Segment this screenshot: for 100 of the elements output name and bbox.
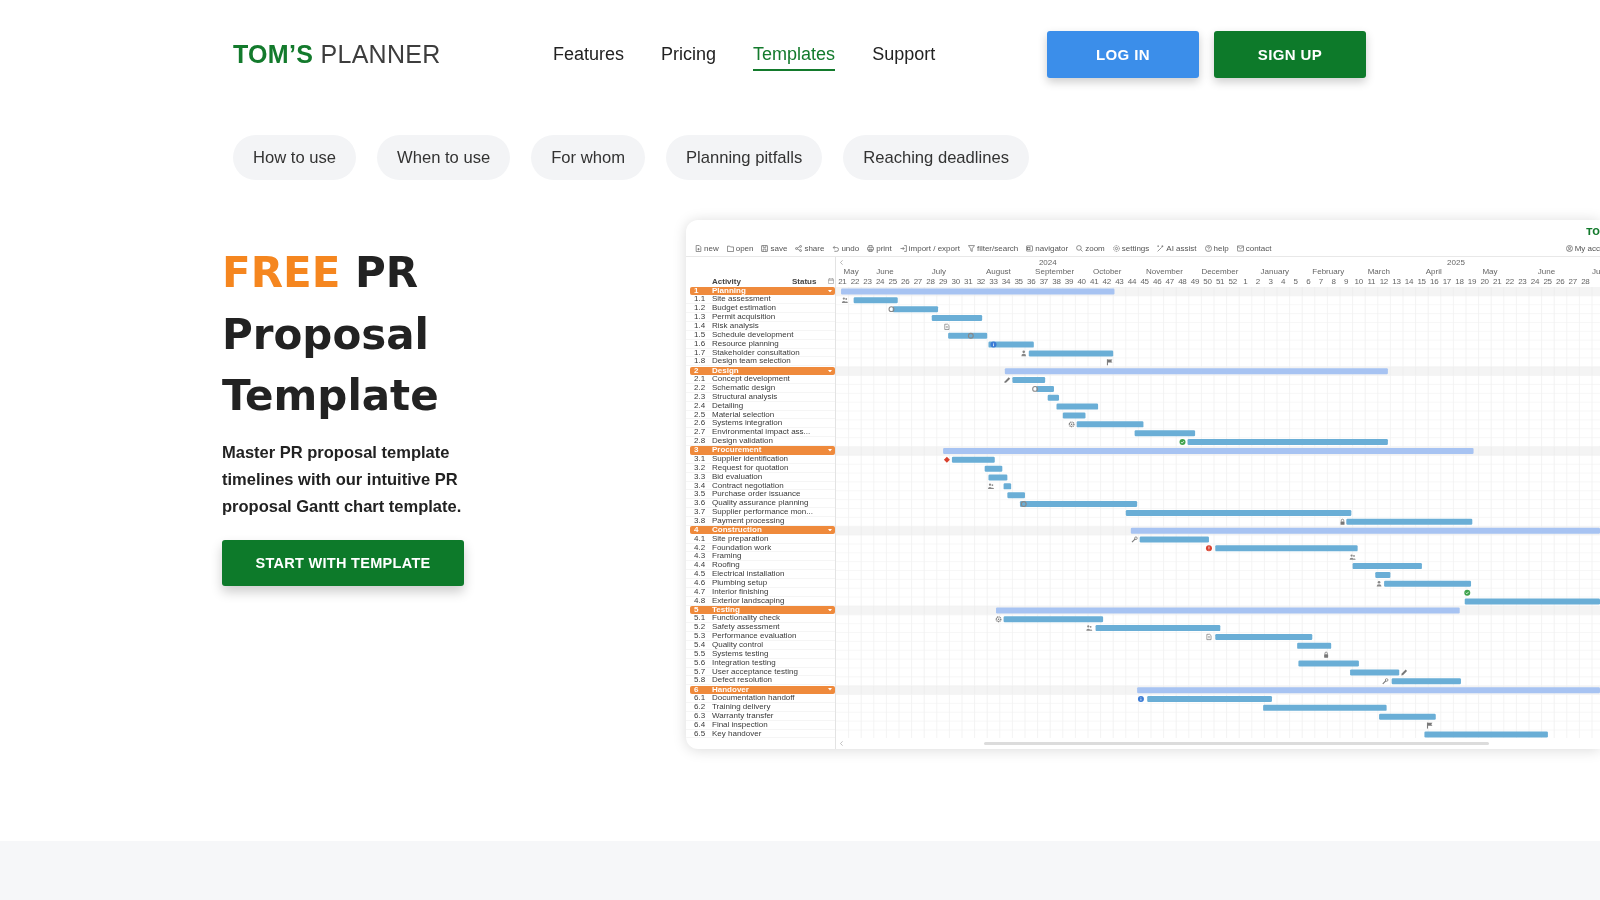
month-label: January	[1260, 267, 1290, 277]
check-icon	[1179, 438, 1186, 445]
section-link[interactable]: Planning pitfalls	[665, 135, 823, 180]
week-number: 7	[1318, 277, 1323, 287]
month-label: March	[1367, 267, 1390, 277]
task-name: Design validation	[712, 437, 773, 447]
ring-icon	[1032, 385, 1039, 392]
document-icon	[944, 323, 950, 330]
task-bar	[853, 296, 898, 303]
task-bar	[892, 305, 939, 312]
nav-link[interactable]: Pricing	[661, 37, 717, 71]
week-number: 48	[1178, 277, 1187, 287]
week-number: 46	[1153, 277, 1162, 287]
nav-link[interactable]: Support	[872, 37, 936, 71]
week-number: 28	[926, 277, 935, 287]
week-number: 20	[1480, 277, 1489, 287]
start-template-button[interactable]: START WITH TEMPLATE	[222, 540, 464, 586]
week-number: 17	[1442, 277, 1451, 287]
row-number: 3.8	[694, 516, 706, 526]
task-name: Documentation handoff	[712, 694, 795, 703]
row-number: 1.1	[694, 295, 706, 305]
nav-link[interactable]: Features	[553, 37, 625, 71]
row-number: 5.7	[694, 667, 706, 677]
row-number: 5.4	[694, 640, 706, 650]
ring-icon	[1020, 500, 1027, 507]
task-name: Material selection	[712, 410, 775, 420]
column-header: Activity	[712, 276, 741, 286]
week-number: 35	[1014, 277, 1023, 287]
task-bar	[1350, 669, 1400, 675]
section-link[interactable]: For whom	[531, 135, 645, 180]
section-link[interactable]: When to use	[377, 135, 511, 180]
week-number: 49	[1190, 277, 1200, 287]
week-number: 3	[1268, 277, 1273, 287]
section-link[interactable]: Reaching deadlines	[843, 135, 1029, 180]
row-number: 5.6	[694, 658, 706, 668]
week-number: 44	[1127, 277, 1137, 287]
week-number: 52	[1228, 277, 1237, 287]
month-label: July	[931, 267, 947, 277]
row-number: 1.2	[694, 304, 706, 314]
toolbar-label: settings	[1121, 243, 1150, 253]
task-name: Design team selection	[712, 357, 791, 367]
week-number: 6	[1306, 277, 1311, 287]
row-number: 3.7	[694, 508, 706, 517]
person-icon	[1021, 350, 1027, 356]
check-icon	[1464, 589, 1471, 596]
envelope-icon	[1236, 244, 1244, 252]
task-name: Safety assessment	[712, 623, 780, 633]
person-icon	[1376, 580, 1382, 587]
week-number: 31	[964, 277, 973, 287]
month-label: October	[1093, 267, 1122, 277]
month-label: May	[843, 267, 859, 277]
row-number: 4.7	[694, 587, 706, 597]
task-name: Functionality check	[712, 614, 781, 624]
nav-link[interactable]: Templates	[753, 37, 836, 71]
row-number: 6	[694, 685, 699, 694]
row-number: 2.5	[694, 410, 706, 420]
month-label: February	[1312, 267, 1345, 277]
task-name: Risk analysis	[712, 322, 759, 331]
chevron-left-icon	[840, 741, 843, 747]
task-name: Electrical installation	[712, 570, 785, 579]
task-name: Schedule development	[712, 330, 794, 339]
task-name: Schematic design	[712, 384, 776, 393]
month-label: December	[1201, 267, 1239, 277]
week-number: 12	[1379, 277, 1388, 287]
section-link[interactable]: How to use	[233, 135, 356, 180]
toolbar-label: share	[804, 243, 825, 253]
task-name: Systems integration	[712, 419, 783, 429]
month-label: June	[1537, 267, 1556, 277]
flag-icon	[1427, 721, 1433, 729]
week-number: 41	[1090, 277, 1099, 287]
lock-icon	[1324, 651, 1329, 658]
row-number: 2.7	[694, 428, 706, 438]
row-number: 5.1	[694, 614, 706, 624]
week-number: 42	[1102, 277, 1111, 287]
week-number: 50	[1203, 277, 1212, 287]
year-label: 2024	[1038, 257, 1057, 267]
task-bar	[1298, 660, 1359, 667]
week-number: 19	[1467, 277, 1477, 287]
row-number: 4.4	[694, 561, 706, 571]
week-number: 33	[989, 277, 998, 287]
chevron-left-icon	[840, 259, 843, 265]
row-number: 3.4	[694, 481, 706, 491]
week-number: 22	[850, 277, 860, 287]
task-name: Stakeholder consultation	[712, 348, 800, 358]
row-number: 1.5	[694, 330, 706, 340]
row-number: 2.1	[694, 375, 706, 385]
task-bar	[951, 456, 995, 463]
group-name: Construction	[712, 526, 762, 535]
task-name: Supplier performance mon...	[712, 508, 813, 517]
logo[interactable]: TOM’S PLANNER	[233, 39, 441, 68]
sign-up-button[interactable]: SIGN UP	[1214, 30, 1366, 78]
toolbar-label: undo	[841, 243, 860, 253]
row-number: 6.3	[694, 711, 706, 721]
task-name: Site preparation	[712, 534, 769, 543]
toolbar-label: zoom	[1085, 243, 1105, 253]
month-label: May	[1482, 267, 1498, 277]
week-number: 23	[1518, 277, 1527, 287]
folder-icon	[726, 244, 734, 252]
task-name: Systems testing	[712, 649, 769, 658]
toolbar-label: navigator	[1035, 243, 1069, 253]
